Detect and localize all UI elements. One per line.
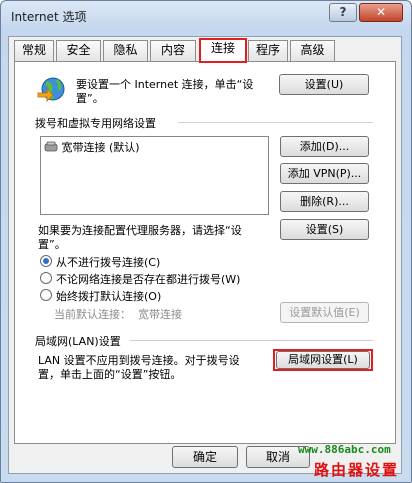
ok-button[interactable]: 确定 (172, 446, 238, 468)
setup-text-line2: 置”。 (76, 92, 104, 105)
phone-connection-icon (44, 141, 58, 152)
current-default-label: 当前默认连接： (54, 308, 131, 321)
radio-always-dial-default-label: 始终拨打默认连接(O) (56, 290, 162, 303)
dialup-divider (178, 122, 373, 123)
lan-divider (130, 340, 373, 341)
proxy-text-line1: 如果要为连接配置代理服务器，请选择“设 (38, 224, 242, 237)
radio-dial-when-no-network[interactable] (40, 272, 52, 284)
proxy-text-line2: 置”。 (38, 238, 66, 251)
close-button[interactable]: ✕ (359, 3, 403, 22)
globe-network-icon (37, 77, 65, 102)
radio-dial-when-no-network-label: 不论网络连接是否存在都进行拨号(W) (56, 273, 241, 286)
tab-general[interactable]: 常规 (14, 40, 54, 61)
tab-security[interactable]: 安全 (56, 40, 101, 61)
tab-programs[interactable]: 程序 (248, 40, 288, 61)
tab-content[interactable]: 内容 (150, 40, 196, 61)
help-button[interactable]: ? (329, 3, 357, 22)
dialup-heading: 拨号和虚拟专用网络设置 (35, 117, 156, 130)
radio-never-dial[interactable] (40, 255, 52, 267)
radio-always-dial-default[interactable] (40, 289, 52, 301)
lan-button-highlight (273, 349, 373, 371)
list-item[interactable]: 宽带连接 (默认) (44, 139, 140, 155)
connections-listbox[interactable]: 宽带连接 (默认) (40, 136, 269, 215)
add-vpn-button[interactable]: 添加 VPN(P)... (280, 163, 369, 184)
connections-tab-highlight (199, 38, 247, 63)
lan-text-line2: 置，单击上面的“设置”按钮。 (38, 368, 182, 381)
list-item-label: 宽带连接 (默认) (61, 141, 140, 154)
tab-privacy[interactable]: 隐私 (103, 40, 148, 61)
radio-never-dial-label: 从不进行拨号连接(C) (56, 256, 161, 269)
lan-heading: 局域网(LAN)设置 (35, 335, 121, 348)
tab-advanced[interactable]: 高级 (290, 40, 335, 61)
setup-button[interactable]: 设置(U) (279, 74, 369, 95)
current-default-value: 宽带连接 (138, 308, 182, 321)
add-button[interactable]: 添加(D)... (280, 136, 369, 157)
title-bar[interactable]: Internet 选项 ? ✕ (1, 1, 411, 29)
watermark-url: www.886abc.com (298, 443, 391, 456)
delete-button[interactable]: 删除(R)... (280, 191, 369, 212)
proxy-settings-button[interactable]: 设置(S) (280, 219, 369, 240)
window-title: Internet 选项 (11, 10, 87, 24)
watermark-name: 路由器设置 (314, 461, 400, 479)
set-default-button[interactable]: 设置默认值(E) (280, 302, 369, 323)
